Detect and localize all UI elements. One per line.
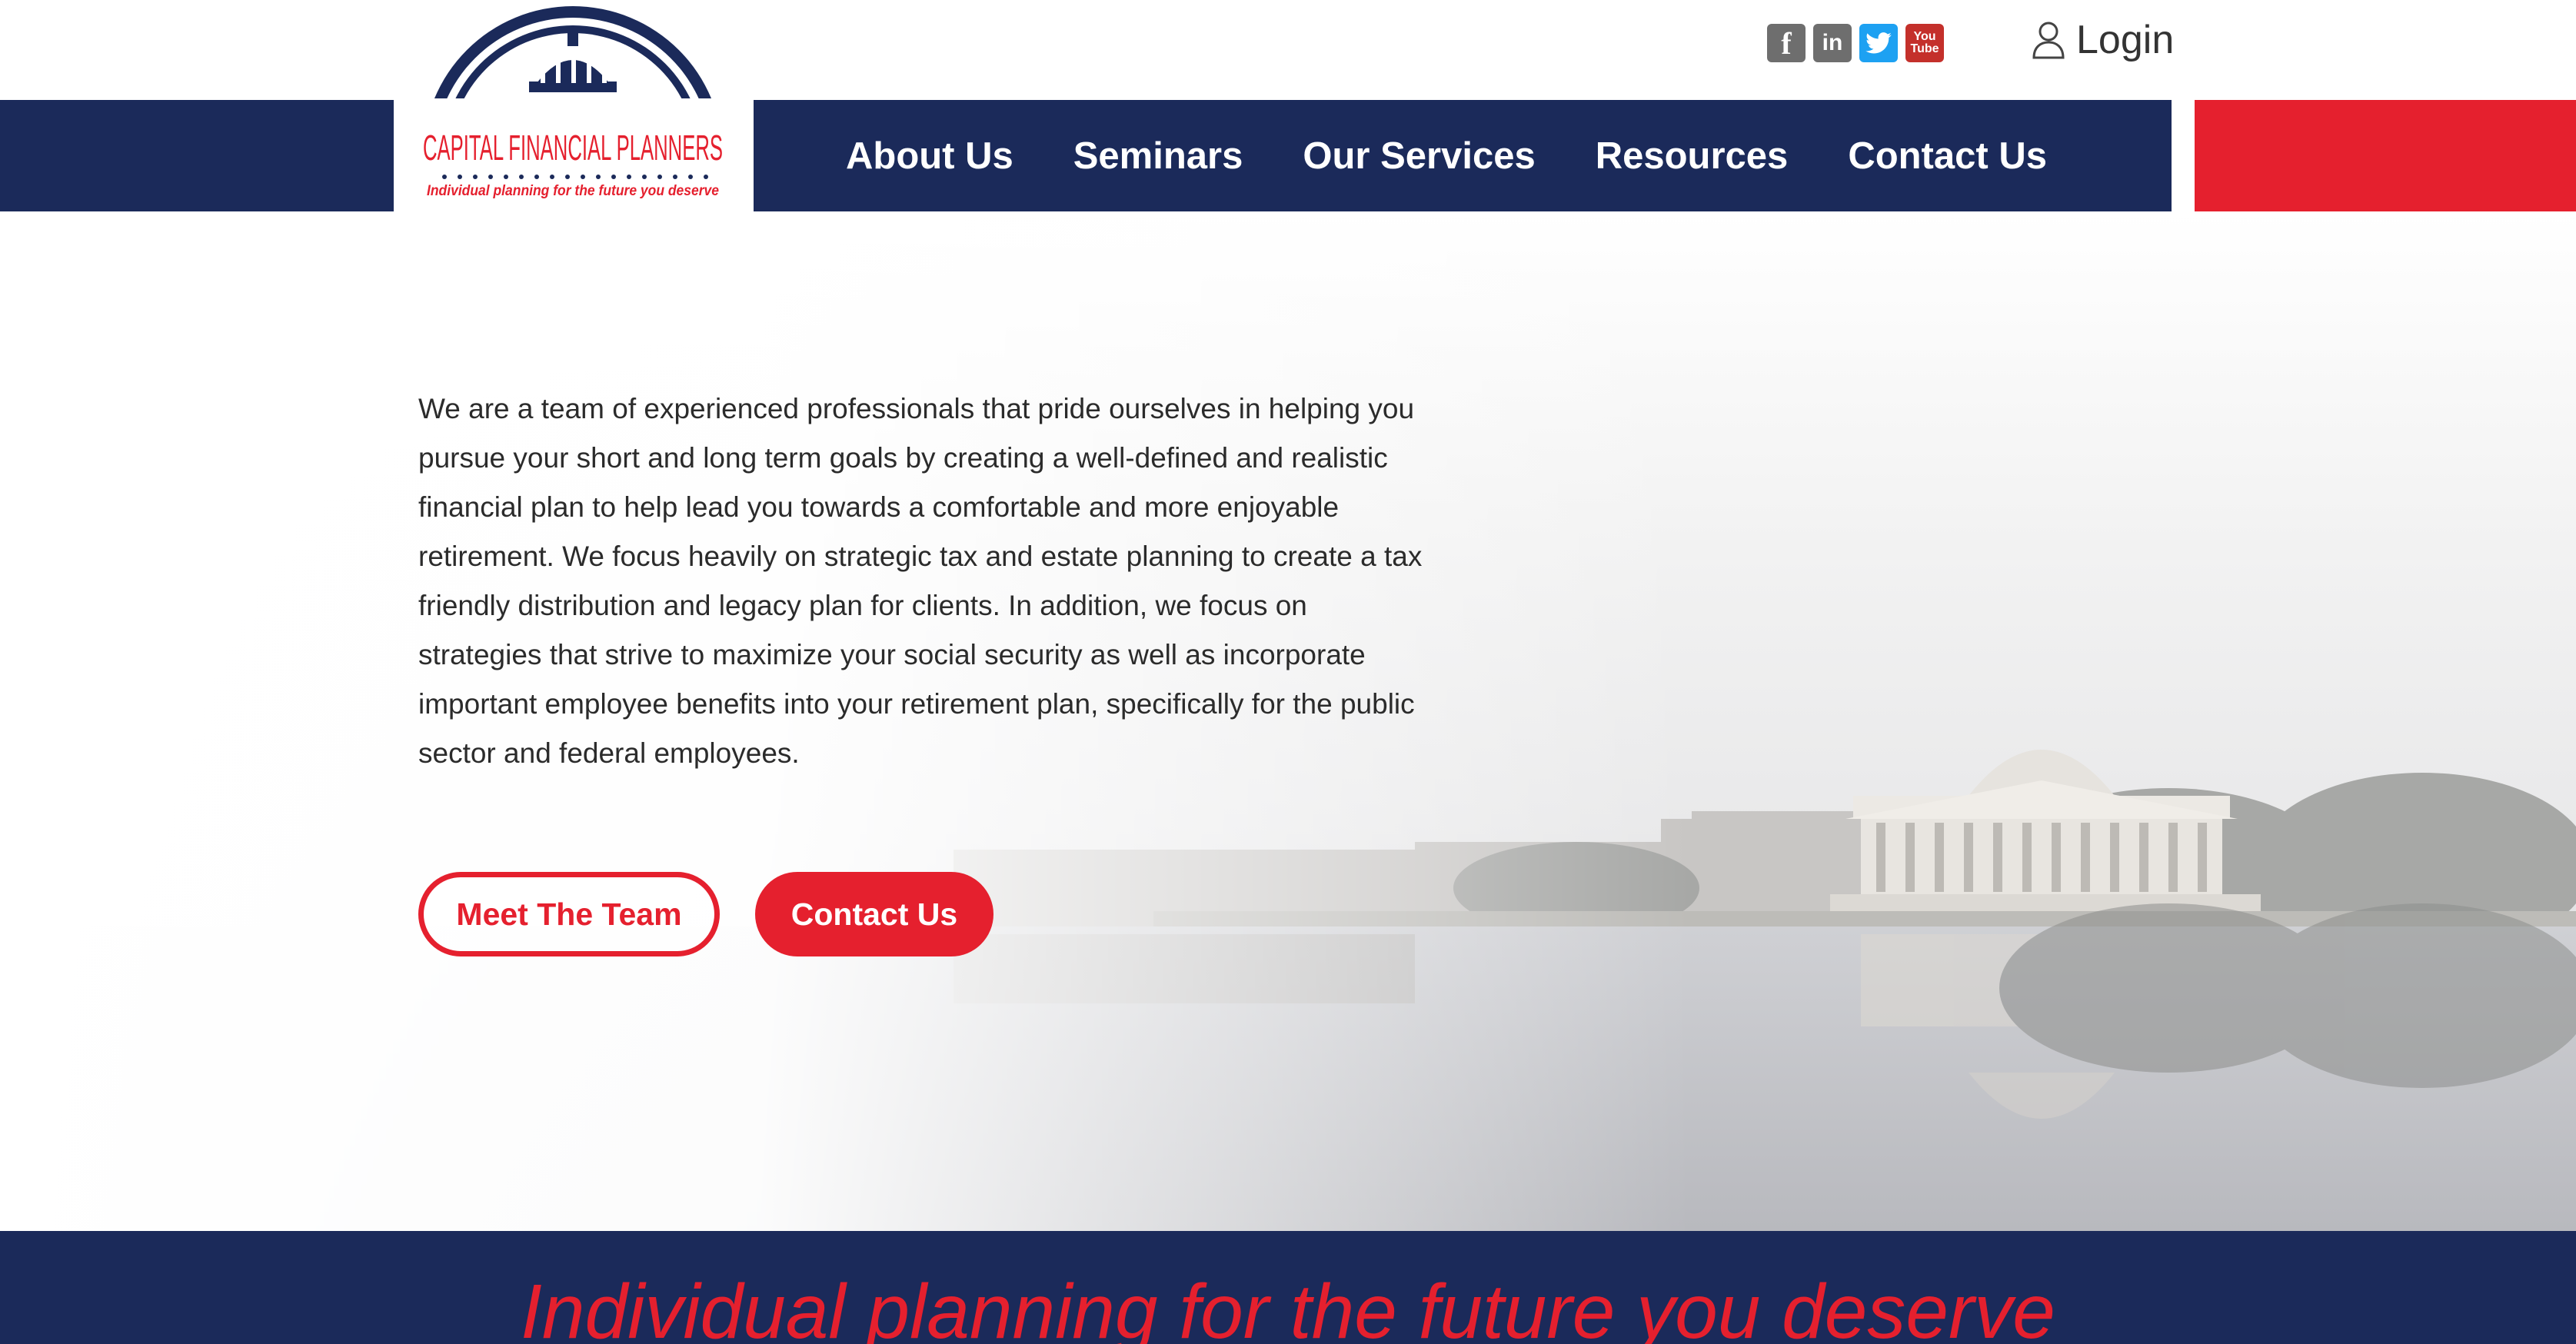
twitter-icon[interactable]	[1859, 24, 1898, 62]
main-menu: About Us Seminars Our Services Resources…	[846, 100, 2047, 211]
nav-resources[interactable]: Resources	[1596, 135, 1789, 178]
nav-seminars[interactable]: Seminars	[1073, 135, 1243, 178]
nav-our-services[interactable]: Our Services	[1303, 135, 1535, 178]
youtube-glyph-bottom: Tube	[1910, 42, 1939, 55]
tagline-band: Individual planning for the future you d…	[0, 1231, 2576, 1344]
nav-contact-us[interactable]: Contact Us	[1848, 135, 2047, 178]
youtube-icon[interactable]: You Tube	[1905, 24, 1944, 62]
nav-accent-red	[2195, 100, 2576, 211]
youtube-glyph-top: You	[1913, 30, 1936, 43]
contact-us-button[interactable]: Contact Us	[755, 872, 993, 956]
nav-about-us[interactable]: About Us	[846, 135, 1013, 178]
twitter-bird-icon	[1865, 32, 1892, 54]
intro-paragraph: We are a team of experienced professiona…	[418, 393, 1423, 769]
linkedin-icon[interactable]: in	[1813, 24, 1852, 62]
nav-bar-left	[0, 100, 394, 211]
logo-tagline: Individual planning for the future you d…	[427, 183, 719, 199]
tagline-text: Individual planning for the future you d…	[521, 1269, 2055, 1344]
linkedin-glyph: in	[1822, 30, 1843, 55]
facebook-glyph: f	[1781, 25, 1792, 61]
social-links: f in You Tube	[1767, 24, 1944, 62]
user-icon	[2032, 22, 2065, 59]
login-label: Login	[2076, 18, 2175, 62]
login-link[interactable]: Login	[2032, 17, 2174, 63]
memorial-building-icon	[1830, 750, 2261, 911]
meet-the-team-button[interactable]: Meet The Team	[418, 872, 720, 956]
logo-title: CAPITAL FINANCIAL PLANNERS	[423, 128, 723, 168]
facebook-icon[interactable]: f	[1767, 24, 1806, 62]
